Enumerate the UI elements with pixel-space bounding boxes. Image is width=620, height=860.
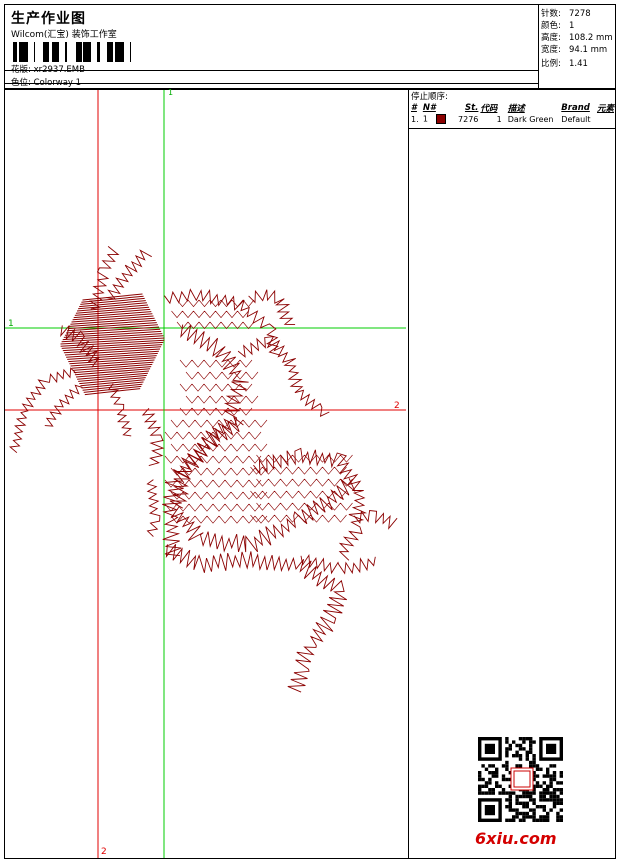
stop-sequence-heading: 停止顺序: (411, 92, 448, 102)
col-brand: Brand (561, 103, 590, 113)
page-title: 生产作业图 (11, 11, 86, 27)
design-preview-panel (4, 89, 409, 859)
guide-label-h2: 2 (394, 401, 400, 411)
stop-table-header: # N# St. 代码 描述 Brand 元素 (410, 102, 615, 114)
thread-color-swatch (435, 114, 446, 124)
header-divider-2 (4, 83, 538, 84)
spec-height: 高度: 108.2 mm (541, 33, 613, 43)
guide-label-v1: 1 (168, 88, 174, 97)
guide-label-h1: 1 (8, 319, 14, 329)
spec-scale: 比例: 1.41 (541, 59, 588, 69)
col-index: # (411, 103, 417, 113)
spec-colors: 颜色: 1 (541, 21, 575, 31)
table-row[interactable]: 1. 1 7276 1 Dark Green Default (410, 114, 615, 124)
row-stitches: 7276 (458, 114, 479, 124)
row-code: 1 (496, 114, 502, 124)
table-bottom-rule (409, 128, 615, 129)
barcode-icon (13, 42, 131, 62)
row-needle-cell: 1 (422, 114, 457, 124)
header-divider-1 (4, 70, 538, 71)
guide-label-v2: 2 (101, 847, 107, 857)
watermark-logo: 6xiu.com (475, 829, 557, 848)
spec-width: 宽度: 94.1 mm (541, 45, 608, 55)
row-brand: Default (561, 114, 591, 124)
colorway-row: 色位: Colorway 1 (11, 76, 81, 88)
stop-sequence-table: # N# St. 代码 描述 Brand 元素 1. 1 7276 1 Dark… (410, 102, 615, 124)
col-stitches: St. (464, 103, 479, 113)
spec-stitches: 针数: 7278 (541, 9, 591, 19)
col-element: 元素 (596, 104, 614, 114)
row-index: 1. (411, 114, 419, 124)
qr-code-icon (478, 737, 563, 822)
header-panel: 生产作业图 Wilcom(汇宝) 装饰工作室 花版: xr2937.EMB 色位… (4, 4, 616, 89)
col-code: 代码 (480, 104, 498, 114)
design-name-row: 花版: xr2937.EMB (11, 63, 85, 75)
row-element (596, 114, 615, 124)
row-description: Dark Green (507, 114, 554, 124)
col-needle: N# (422, 103, 436, 113)
studio-subtitle: Wilcom(汇宝) 装饰工作室 (11, 30, 117, 40)
col-description: 描述 (507, 104, 525, 114)
